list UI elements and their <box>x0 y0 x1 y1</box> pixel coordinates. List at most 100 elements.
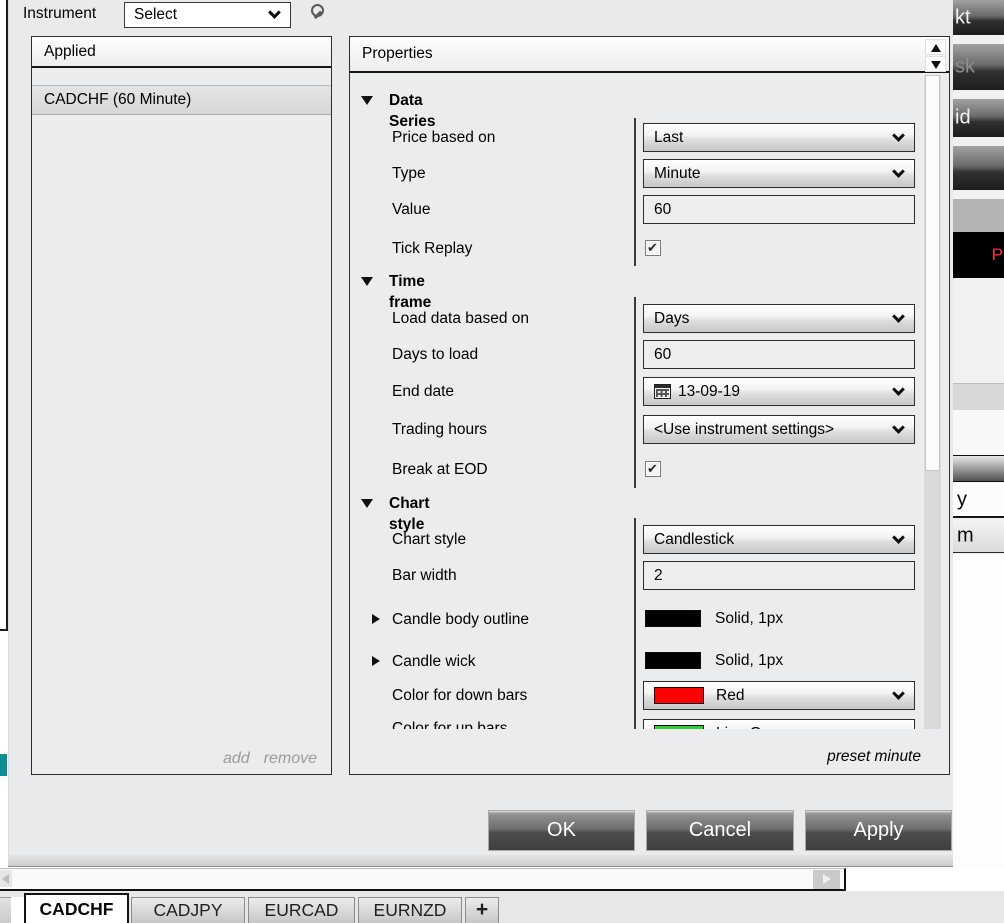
background-window-fragment: kt sk id P y m <box>953 0 1004 868</box>
tab-gap <box>11 897 24 923</box>
applied-actions: add remove <box>223 750 317 768</box>
triangle-down-icon <box>361 96 373 105</box>
scroll-down-button[interactable] <box>925 56 946 72</box>
background-button-blank[interactable] <box>953 146 1004 190</box>
background-row <box>953 383 1004 410</box>
tab-cadchf[interactable]: CADCHF <box>24 893 129 923</box>
remove-link[interactable]: remove <box>264 750 317 767</box>
chevron-down-icon <box>892 165 905 178</box>
instrument-select-value: Select <box>134 6 178 23</box>
property-row: Type Minute <box>350 159 922 189</box>
tab-stub <box>0 897 11 923</box>
instrument-tab-bar: CADCHF CADJPY EURCAD EURNZD + <box>0 891 1004 923</box>
property-row: Trading hours <Use instrument settings> <box>350 415 922 445</box>
color-swatch <box>654 725 704 729</box>
background-price-display: P <box>953 232 1004 278</box>
data-series-dialog: Instrument Select Applied CADCHF (60 Min… <box>8 0 953 866</box>
triangle-right-icon[interactable] <box>372 614 380 624</box>
check-icon: ✔ <box>647 240 658 255</box>
scrollbar-thumb[interactable] <box>925 75 940 471</box>
type-dropdown[interactable]: Minute <box>643 159 915 188</box>
background-gray-block <box>953 199 1004 232</box>
load-data-based-on-dropdown[interactable]: Days <box>643 304 915 333</box>
applied-panel-header: Applied <box>32 37 331 68</box>
color-swatch <box>645 652 701 669</box>
ok-button[interactable]: OK <box>488 810 635 851</box>
scroll-up-icon <box>930 44 941 52</box>
property-row: Color for up bars LimeGreen <box>350 719 922 729</box>
background-row <box>953 410 1004 455</box>
chevron-down-icon <box>892 421 905 434</box>
chevron-down-icon <box>892 725 905 729</box>
property-row: Color for down bars Red <box>350 681 922 711</box>
price-based-on-dropdown[interactable]: Last <box>643 123 915 152</box>
scroll-down-icon <box>930 61 941 69</box>
color-swatch <box>645 610 701 627</box>
tab-eurcad[interactable]: EURCAD <box>248 897 355 923</box>
scroll-right-button[interactable] <box>813 870 840 889</box>
triangle-down-icon <box>361 499 373 508</box>
apply-button[interactable]: Apply <box>805 810 952 851</box>
scroll-left-icon <box>2 873 9 884</box>
chevron-down-icon <box>892 310 905 323</box>
property-row: Chart style Candlestick <box>350 525 922 555</box>
background-button-id[interactable]: id <box>953 99 1004 137</box>
check-icon: ✔ <box>647 461 658 476</box>
property-row: Candle wick Solid, 1px <box>350 647 922 677</box>
triangle-down-icon <box>361 277 373 286</box>
triangle-right-icon[interactable] <box>372 656 380 666</box>
properties-panel-title: Properties <box>362 45 433 62</box>
color-for-up-bars-dropdown[interactable]: LimeGreen <box>643 719 915 729</box>
instrument-select[interactable]: Select <box>124 2 291 28</box>
properties-scrollbar[interactable] <box>924 75 941 729</box>
horizontal-scrollbar[interactable] <box>0 868 846 891</box>
screen: Instrument Select Applied CADCHF (60 Min… <box>0 0 1004 923</box>
tick-replay-checkbox[interactable]: ✔ <box>645 240 661 256</box>
preset-label: preset minute <box>827 748 921 765</box>
applied-panel-title: Applied <box>44 43 96 60</box>
cancel-button[interactable]: Cancel <box>646 810 794 851</box>
property-row: Value 60 <box>350 195 922 225</box>
background-button-kt[interactable]: kt <box>953 0 1004 35</box>
scroll-right-icon <box>823 874 831 884</box>
background-teal-fragment <box>0 754 7 776</box>
tab-cadjpy[interactable]: CADJPY <box>131 897 245 923</box>
bar-width-input[interactable]: 2 <box>643 561 915 590</box>
applied-item-label: CADCHF (60 Minute) <box>44 91 192 108</box>
property-row: End date 13-09-19 <box>350 377 922 407</box>
chevron-down-icon <box>892 129 905 142</box>
property-row: Candle body outline Solid, 1px <box>350 605 922 635</box>
scroll-up-button[interactable] <box>925 39 946 55</box>
properties-content: Data Series Price based on Last Type Min… <box>350 75 922 729</box>
chevron-down-icon <box>892 687 905 700</box>
trading-hours-dropdown[interactable]: <Use instrument settings> <box>643 415 915 444</box>
property-row: Days to load 60 <box>350 340 922 370</box>
scroll-left-button[interactable] <box>0 870 12 887</box>
property-row: Bar width 2 <box>350 561 922 591</box>
property-row: Tick Replay ✔ <box>350 238 922 268</box>
add-link[interactable]: add <box>223 750 250 767</box>
days-to-load-input[interactable]: 60 <box>643 340 915 369</box>
property-row: Price based on Last <box>350 123 922 153</box>
dialog-bottom-edge <box>8 855 953 867</box>
property-row: Load data based on Days <box>350 304 922 334</box>
property-row: Break at EOD ✔ <box>350 459 922 489</box>
end-date-dropdown[interactable]: 13-09-19 <box>643 377 915 406</box>
chart-style-dropdown[interactable]: Candlestick <box>643 525 915 554</box>
calendar-icon <box>654 384 671 399</box>
applied-list-item[interactable]: CADCHF (60 Minute) <box>32 85 331 115</box>
background-row <box>953 554 1004 868</box>
applied-panel: Applied CADCHF (60 Minute) add remove <box>31 36 332 775</box>
background-menu-item-y[interactable]: y <box>953 483 1004 518</box>
color-for-down-bars-dropdown[interactable]: Red <box>643 681 915 710</box>
background-button-sk[interactable]: sk <box>953 44 1004 90</box>
properties-panel-header: Properties <box>350 37 949 73</box>
background-menu-item-m[interactable]: m <box>953 520 1004 553</box>
tab-eurnzd[interactable]: EURNZD <box>358 897 462 923</box>
break-at-eod-checkbox[interactable]: ✔ <box>645 461 661 477</box>
search-icon[interactable] <box>304 3 328 27</box>
chevron-down-icon <box>268 6 281 19</box>
color-swatch <box>654 687 704 704</box>
add-tab-button[interactable]: + <box>465 897 499 923</box>
value-input[interactable]: 60 <box>643 195 915 224</box>
